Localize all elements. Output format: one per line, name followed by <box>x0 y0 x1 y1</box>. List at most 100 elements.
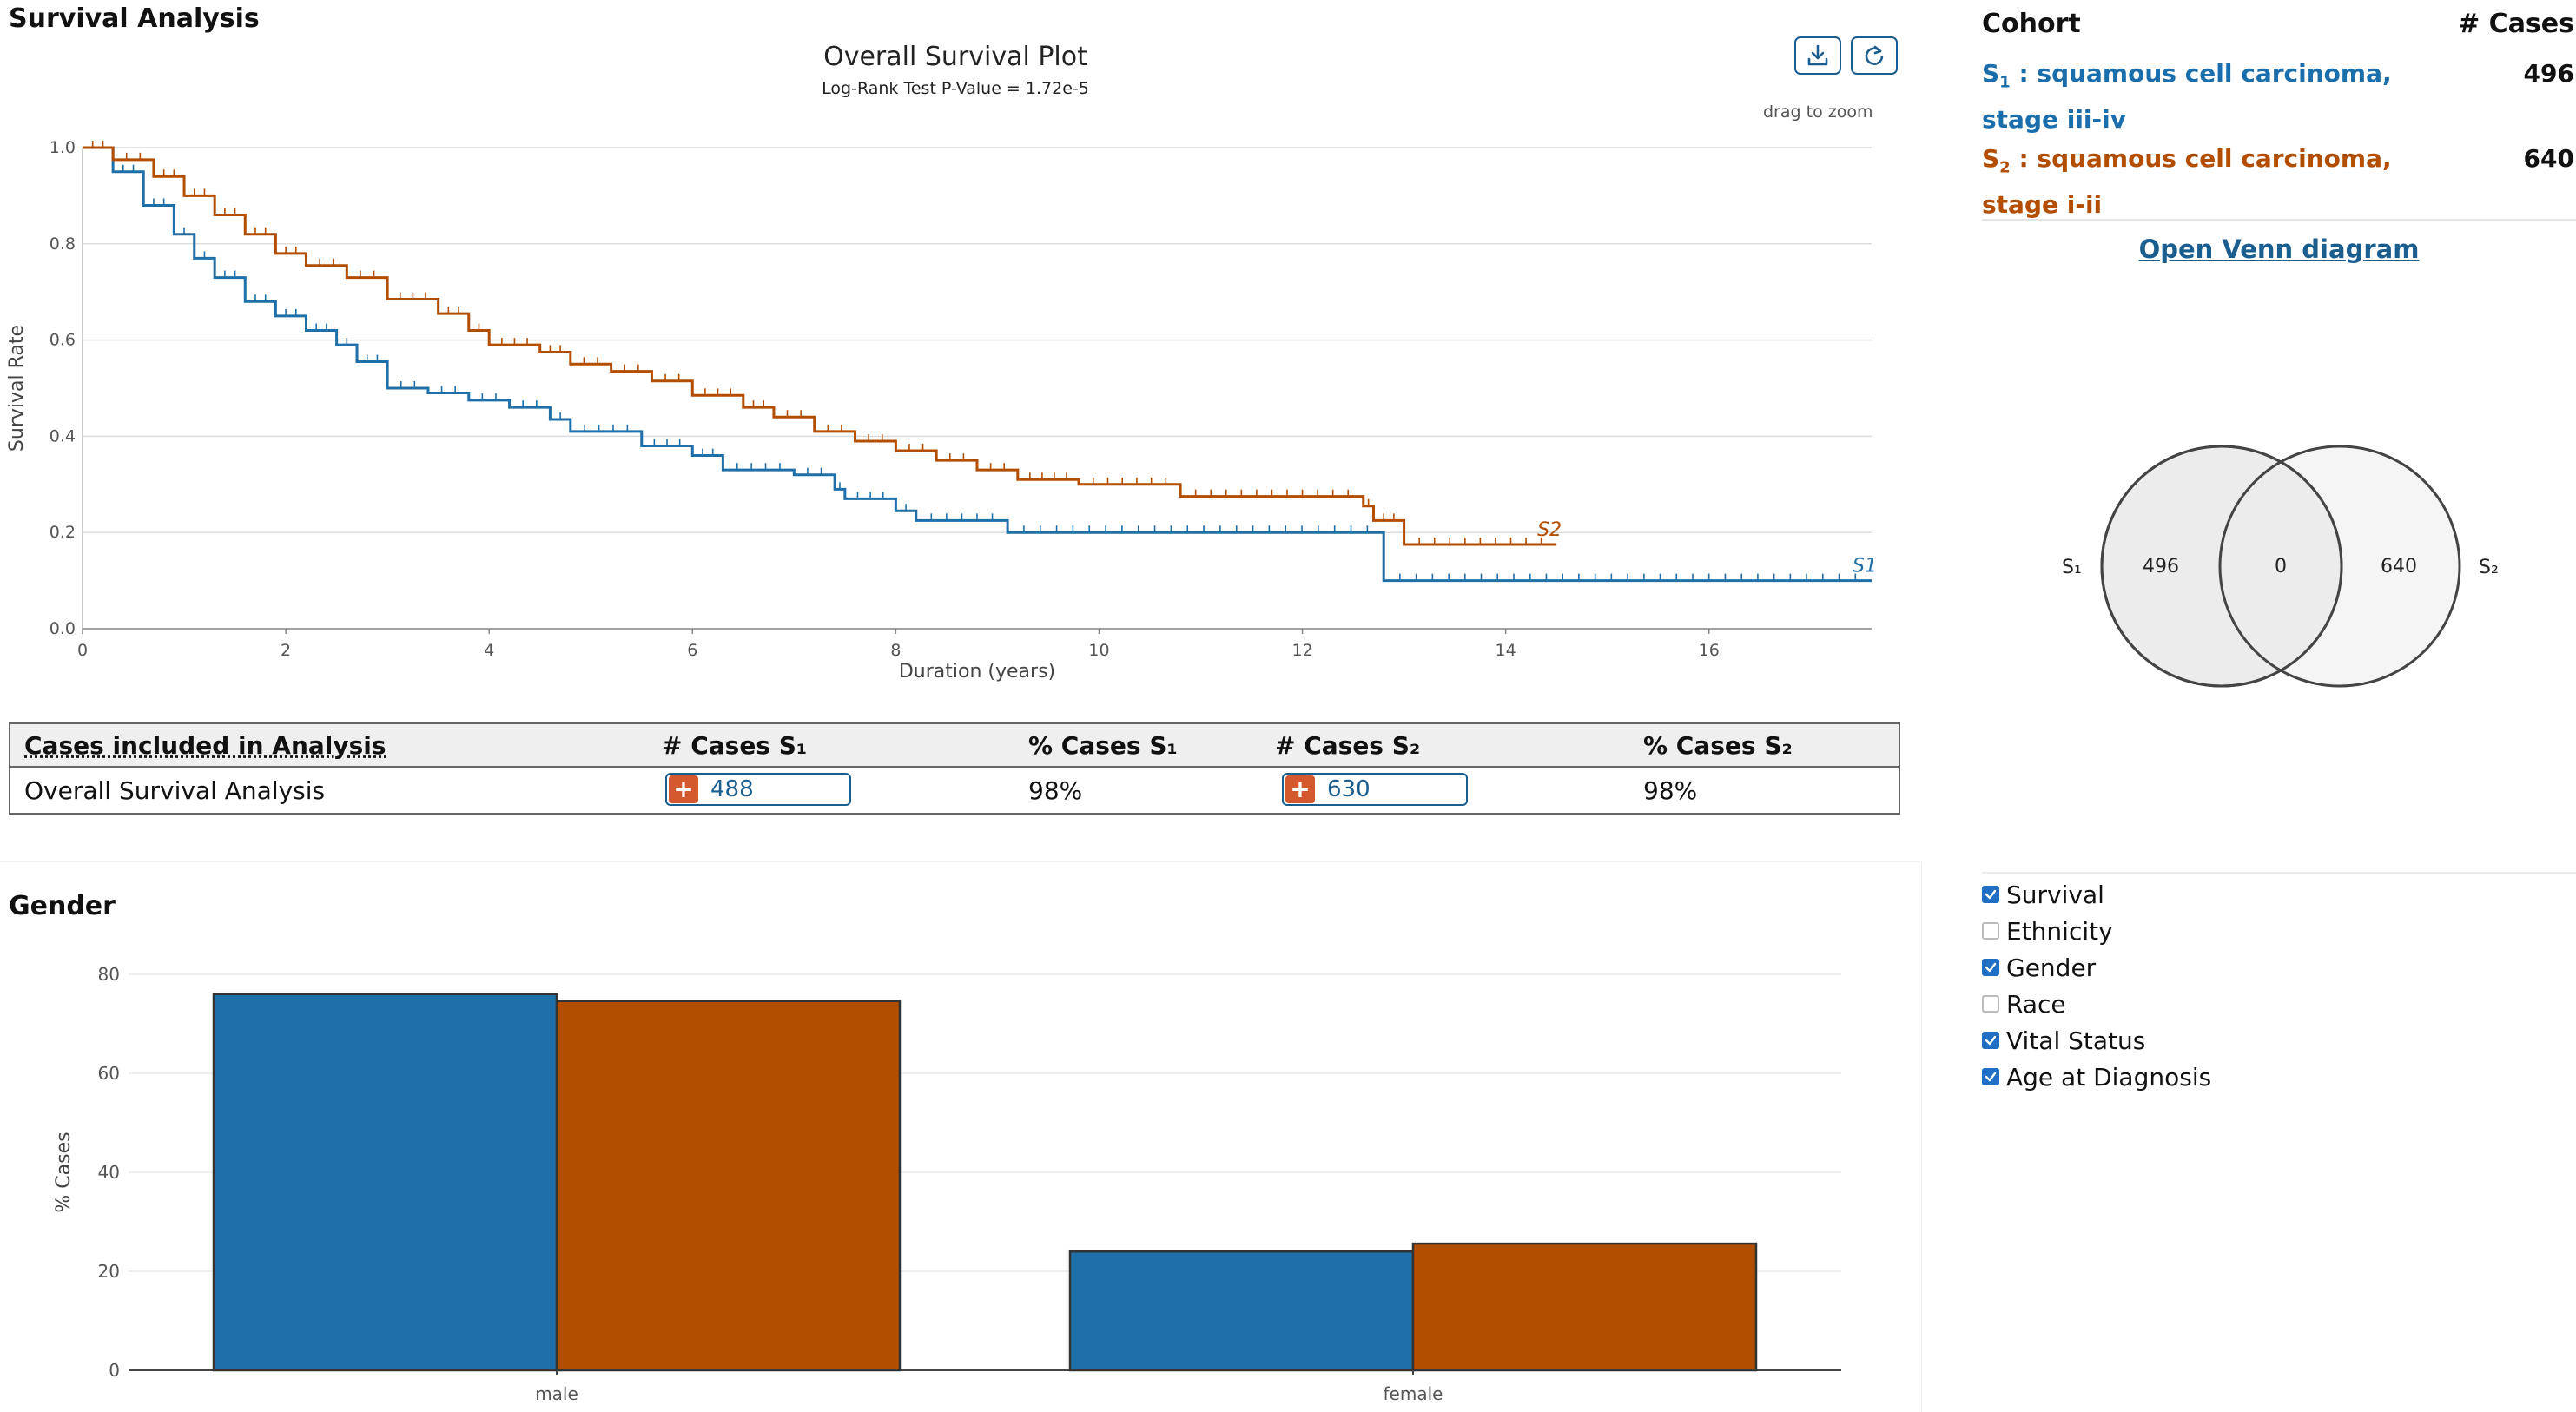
venn-intersection-count: 0 <box>2275 556 2287 577</box>
bar-female-series-1[interactable] <box>1068 1250 1415 1372</box>
facet-checkbox-vital-status[interactable] <box>1982 1032 1999 1049</box>
x-tick-label: 16 <box>1699 641 1720 660</box>
drag-to-zoom-hint: drag to zoom <box>1763 102 1873 122</box>
facet-label-survival[interactable]: Survival <box>2006 881 2104 909</box>
x-tick-label: 12 <box>1291 641 1312 660</box>
plus-icon: + <box>669 775 698 803</box>
venn-left-count: 496 <box>2143 556 2179 577</box>
bar-male-series-1[interactable] <box>212 993 558 1372</box>
s2-prefix: S <box>1982 144 2000 173</box>
series-end-label-s2: S2 <box>1537 519 1562 541</box>
pct-s1-value: 98% <box>1028 776 1083 805</box>
y-tick-label: 0.0 <box>50 619 76 638</box>
gender-section-title: Gender <box>9 891 116 921</box>
cohort-s2-count: 640 <box>2523 144 2574 173</box>
pct-s2-value: 98% <box>1643 776 1698 805</box>
y-tick-label: 40 <box>98 1162 120 1183</box>
cohort-s1-count: 496 <box>2523 59 2574 88</box>
facet-label-age-at-diagnosis[interactable]: Age at Diagnosis <box>2006 1063 2211 1092</box>
panel-divider <box>1921 861 1922 1412</box>
cases-table-header: Cases included in Analysis # Cases S₁ % … <box>10 724 1899 768</box>
venn-circle-s2[interactable] <box>2218 445 2461 688</box>
x-tick-label: 2 <box>281 641 291 660</box>
series-end-label-s1: S1 <box>1853 556 1877 577</box>
survival-line-s2[interactable] <box>83 146 1557 546</box>
download-button[interactable] <box>1794 36 1841 75</box>
s1-sub: 1 <box>1999 73 2011 92</box>
x-tick-label: female <box>1384 1383 1443 1404</box>
cohort-s2-link[interactable]: S2 : squamous cell carcinoma, stage i-ii <box>1982 141 2434 223</box>
add-cases-s2-button[interactable]: + 630 <box>1282 773 1468 806</box>
facet-label-gender[interactable]: Gender <box>2006 953 2096 982</box>
y-tick-label: 0.4 <box>50 426 76 445</box>
facet-checkbox-gender[interactable] <box>1982 959 1999 976</box>
plus-icon: + <box>1285 775 1315 803</box>
facet-ethnicity[interactable]: Ethnicity <box>1982 914 2113 948</box>
facet-label-race[interactable]: Race <box>2006 990 2066 1019</box>
x-tick-label: 0 <box>77 641 88 660</box>
survival-plot-title: Overall Survival Plot <box>823 42 1087 72</box>
s1-prefix: S <box>1982 59 2000 88</box>
x-tick-label: 8 <box>890 641 901 660</box>
facet-label-ethnicity[interactable]: Ethnicity <box>2006 917 2113 946</box>
cases-s1-count: 488 <box>710 776 754 802</box>
gender-bar-chart[interactable]: 0 20 40 60 80 % Cases male female <box>0 947 1876 1412</box>
x-tick-label: 14 <box>1496 641 1516 660</box>
row-label: Overall Survival Analysis <box>24 776 326 805</box>
x-axis-label: Duration (years) <box>899 661 1055 683</box>
y-tick-label: 20 <box>98 1261 120 1282</box>
facet-survival[interactable]: Survival <box>1982 877 2104 912</box>
survival-plot[interactable]: 0.0 0.2 0.4 0.6 0.8 1.0 0 2 4 6 8 10 12 14 16 Duration … <box>0 122 1911 686</box>
cohort-header: Cohort <box>1982 9 2081 39</box>
venn-right-label: S₂ <box>2479 557 2499 578</box>
header-cases-s1: # Cases S₁ <box>662 731 808 760</box>
reset-zoom-button[interactable] <box>1851 36 1898 75</box>
header-pct-s2: % Cases S₂ <box>1643 731 1793 760</box>
download-icon <box>1807 44 1828 66</box>
y-tick-label: 1.0 <box>50 138 76 157</box>
facets-divider <box>1982 872 2576 874</box>
x-tick-label: 4 <box>484 641 494 660</box>
x-tick-label: male <box>535 1383 578 1404</box>
venn-diagram[interactable]: S₁ 496 0 640 S₂ <box>2032 434 2519 712</box>
facet-checkbox-ethnicity[interactable] <box>1982 922 1999 940</box>
add-cases-s1-button[interactable]: + 488 <box>665 773 851 806</box>
venn-left-label: S₁ <box>2062 557 2082 578</box>
header-pct-s1: % Cases S₁ <box>1028 731 1178 760</box>
facet-race[interactable]: Race <box>1982 986 2066 1021</box>
y-tick-label: 0.8 <box>50 234 76 254</box>
facet-vital-status[interactable]: Vital Status <box>1982 1023 2145 1058</box>
y-tick-label: 0.6 <box>50 331 76 350</box>
cases-s2-count: 630 <box>1327 776 1371 802</box>
y-tick-label: 80 <box>98 964 120 985</box>
s2-label: : squamous cell carcinoma, stage i-ii <box>1982 144 2392 219</box>
facet-checkbox-survival[interactable] <box>1982 886 1999 903</box>
x-tick-label: 6 <box>687 641 697 660</box>
cohort-divider <box>1982 219 2576 221</box>
x-tick-label: 10 <box>1088 641 1109 660</box>
bar-female-series-2[interactable] <box>1411 1242 1758 1372</box>
bar-male-series-2[interactable] <box>555 1000 902 1372</box>
y-axis-label: % Cases <box>53 1132 75 1212</box>
facet-age-at-diagnosis[interactable]: Age at Diagnosis <box>1982 1059 2211 1094</box>
survival-section-title: Survival Analysis <box>9 3 260 34</box>
reset-icon <box>1865 45 1884 65</box>
cases-table: Cases included in Analysis # Cases S₁ % … <box>9 722 1900 815</box>
header-cases-s2: # Cases S₂ <box>1275 731 1421 760</box>
facet-label-vital-status[interactable]: Vital Status <box>2006 1026 2145 1055</box>
cohort-s1-link[interactable]: S1 : squamous cell carcinoma, stage iii-… <box>1982 56 2434 138</box>
facet-checkbox-race[interactable] <box>1982 995 1999 1013</box>
venn-right-count: 640 <box>2381 556 2417 577</box>
log-rank-pvalue: Log-Rank Test P-Value = 1.72e-5 <box>822 79 1089 98</box>
y-tick-label: 60 <box>98 1063 120 1084</box>
facet-gender[interactable]: Gender <box>1982 950 2096 985</box>
y-axis-label: Survival Rate <box>6 325 28 452</box>
facet-checkbox-age-at-diagnosis[interactable] <box>1982 1068 1999 1085</box>
open-venn-link[interactable]: Open Venn diagram <box>1982 234 2576 264</box>
header-cases-included[interactable]: Cases included in Analysis <box>24 731 386 760</box>
s2-sub: 2 <box>1999 158 2011 177</box>
y-tick-label: 0.2 <box>50 523 76 542</box>
cases-header: # Cases <box>2458 9 2574 39</box>
s1-label: : squamous cell carcinoma, stage iii-iv <box>1982 59 2392 134</box>
y-tick-label: 0 <box>109 1360 120 1381</box>
